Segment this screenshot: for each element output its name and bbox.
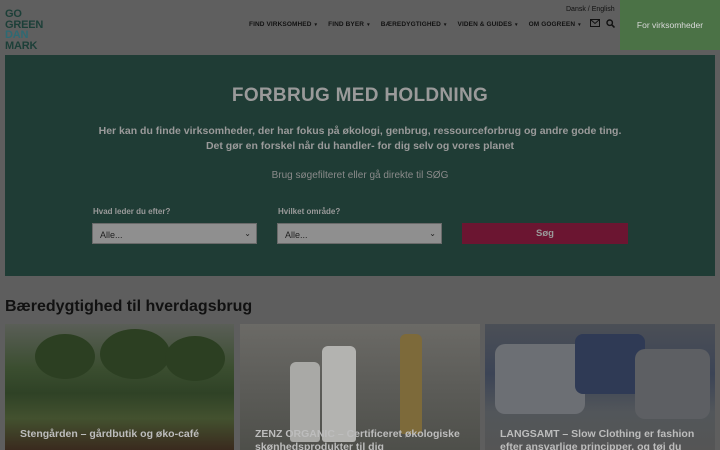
caret-down-icon: ▾ — [443, 22, 447, 28]
nav-label: BÆREDYGTIGHED — [380, 21, 441, 28]
main-nav: FIND VIRKSOMHED ▾ FIND BYER ▾ BÆREDYGTIGHE… — [249, 21, 592, 28]
hero-title: FORBRUG MED HOLDNING — [231, 85, 489, 106]
nav-find-virksomhed[interactable]: FIND VIRKSOMHED ▾ — [249, 21, 317, 28]
nav-label: OM GOGREEN — [528, 21, 576, 28]
mail-icon[interactable] — [590, 19, 600, 30]
nav-label: FIND BYER — [328, 21, 365, 28]
hero-subtitle-line-2: Det gør en forskel når du handler- for d… — [205, 140, 515, 152]
caret-down-icon: ▾ — [314, 22, 318, 28]
card-image — [100, 329, 170, 379]
nav-om-gogreen[interactable]: OM GOGREEN ▾ — [529, 21, 581, 28]
search-button[interactable]: Søg — [462, 223, 628, 244]
hero-subtitle-line-1: Her kan du finde virksomheder, der har f… — [98, 125, 622, 137]
language-switcher: Dansk / English — [566, 6, 615, 13]
logo-line-mark: MARK — [5, 39, 38, 52]
select-arrow-icon: ⌄ — [429, 229, 436, 238]
article-card-stengaarden[interactable]: Stengården – gårdbutik og øko-café — [5, 324, 234, 450]
caret-down-icon: ▾ — [515, 22, 518, 28]
lang-english[interactable]: English — [592, 6, 615, 13]
area-select-value: Alle... — [285, 230, 308, 240]
lang-dansk[interactable]: Dansk — [566, 6, 586, 13]
hero-search-panel: FORBRUG MED HOLDNING Her kan du finde vi… — [5, 55, 715, 276]
card-image — [400, 334, 422, 434]
card-image — [165, 336, 225, 381]
caret-down-icon: ▾ — [578, 22, 581, 28]
card-caption: ZENZ ORGANIC – Certificeret økologiske s… — [255, 428, 460, 450]
logo-line-go: GO — [5, 8, 22, 20]
caret-down-icon: ▾ — [367, 22, 370, 28]
nav-find-byer[interactable]: FIND BYER ▾ — [328, 21, 370, 28]
header-icons — [590, 19, 616, 30]
gogreendanmark-logo[interactable]: GO GREEN DAN MARK — [5, 8, 83, 51]
nav-label: VIDEN & GUIDES — [457, 21, 513, 28]
nav-baeredygtighed[interactable]: BÆREDYGTIGHED ▾ — [381, 21, 447, 28]
category-filter-label: Hvad leder du efter? — [93, 207, 171, 216]
card-caption: Stengården – gårdbutik og øko-café — [20, 428, 200, 440]
area-filter-label: Hvilket område? — [278, 207, 341, 216]
logo-line-dan: DAN — [5, 29, 29, 41]
article-card-langsamt[interactable]: LANGSAMT – Slow Clothing er fashion efte… — [485, 324, 715, 450]
select-arrow-icon: ⌄ — [244, 229, 251, 238]
nav-viden-guides[interactable]: VIDEN & GUIDES ▾ — [458, 21, 518, 28]
article-card-zenz[interactable]: ZENZ ORGANIC – Certificeret økologiske s… — [240, 324, 480, 450]
nav-label: FIND VIRKSOMHED — [249, 21, 312, 28]
for-virksomheder-button[interactable]: For virksomheder — [620, 0, 720, 50]
card-caption: LANGSAMT – Slow Clothing er fashion efte… — [500, 428, 695, 450]
area-select[interactable]: Alle... ⌄ — [277, 223, 442, 244]
card-image — [35, 334, 95, 379]
card-image — [635, 349, 710, 419]
section-title: Bæredygtighed til hverdagsbrug — [5, 298, 253, 315]
hero-subtitle: Her kan du finde virksomheder, der har f… — [5, 124, 715, 154]
search-icon[interactable] — [606, 19, 616, 30]
category-select-value: Alle... — [100, 230, 123, 240]
site-header: GO GREEN DAN MARK Dansk / English FIND V… — [0, 0, 720, 51]
hero-hint: Brug søgefilteret eller gå direkte til S… — [271, 170, 449, 181]
category-select[interactable]: Alle... ⌄ — [92, 223, 257, 244]
card-image — [495, 344, 585, 414]
